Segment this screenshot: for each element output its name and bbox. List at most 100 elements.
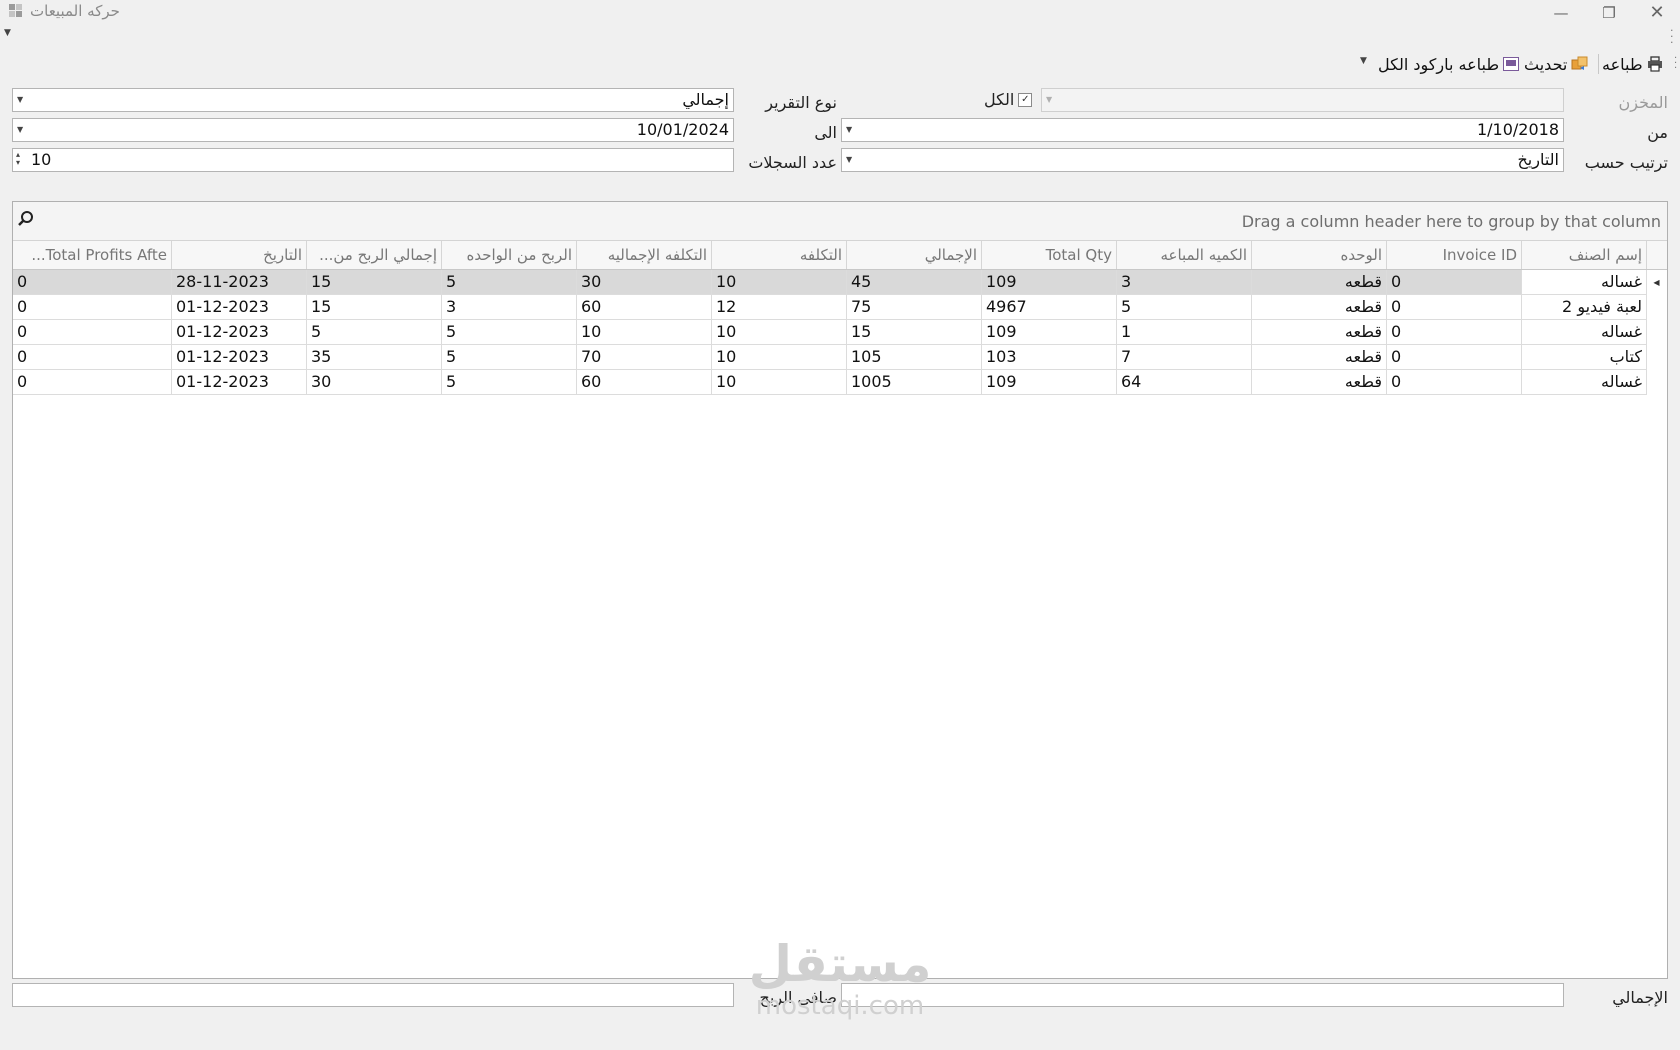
col-item-name-cell[interactable]: غساله xyxy=(1522,270,1647,295)
table-row[interactable]: غساله 0 قطعه 64 109 1005 10 60 5 30 01-12-2023 0 xyxy=(13,370,1667,395)
col-total-cell[interactable]: 75 xyxy=(847,295,982,320)
table-row[interactable]: غساله 0 قطعه 1 109 15 10 10 5 5 01-12-2023 0 xyxy=(13,320,1667,345)
col-unit-cell[interactable]: قطعه xyxy=(1252,370,1387,395)
col-unit-profit-cell[interactable]: 3 xyxy=(442,295,577,320)
col-date-cell[interactable]: 01-12-2023 xyxy=(172,320,307,345)
col-qty-sold-cell[interactable]: 7 xyxy=(1117,345,1252,370)
col-total-profit-cell[interactable]: 35 xyxy=(307,345,442,370)
from-date-picker[interactable]: ▼ 1/10/2018 xyxy=(841,118,1564,142)
col-qty-sold-cell[interactable]: 3 xyxy=(1117,270,1252,295)
col-total-profit-header[interactable]: إجمالي الربح من... xyxy=(307,241,442,269)
col-total-qty-cell[interactable]: 103 xyxy=(982,345,1117,370)
col-total-cell[interactable]: 1005 xyxy=(847,370,982,395)
col-cost-cell[interactable]: 12 xyxy=(712,295,847,320)
print-barcode-all-button[interactable]: طباعه باركود الكل xyxy=(1378,52,1520,76)
col-total-qty-cell[interactable]: 109 xyxy=(982,270,1117,295)
col-total-profits-after-header[interactable]: Total Profits Afte... xyxy=(13,241,172,269)
col-total-cost-cell[interactable]: 60 xyxy=(577,370,712,395)
table-row[interactable]: غساله 0 قطعه 3 109 45 10 30 5 15 28-11-2023 0 ◀ xyxy=(13,270,1667,295)
col-total-qty-cell[interactable]: 109 xyxy=(982,370,1117,395)
row-indicator[interactable] xyxy=(1646,370,1667,395)
all-checkbox[interactable]: ✓ الكل xyxy=(984,90,1033,109)
col-total-profits-after-cell[interactable]: 0 xyxy=(13,270,172,295)
col-qty-sold-cell[interactable]: 5 xyxy=(1117,295,1252,320)
col-date-cell[interactable]: 01-12-2023 xyxy=(172,370,307,395)
minimize-button[interactable]: — xyxy=(1546,2,1576,24)
col-date-cell[interactable]: 01-12-2023 xyxy=(172,295,307,320)
print-button[interactable]: طباعه xyxy=(1602,52,1663,76)
col-unit-cell[interactable]: قطعه xyxy=(1252,345,1387,370)
col-unit-header[interactable]: الوحده xyxy=(1252,241,1387,269)
close-button[interactable]: ✕ xyxy=(1642,2,1672,24)
col-qty-sold-cell[interactable]: 64 xyxy=(1117,370,1252,395)
group-by-panel[interactable]: Drag a column header here to group by th… xyxy=(13,202,1667,241)
col-cost-cell[interactable]: 10 xyxy=(712,345,847,370)
table-row[interactable]: لعبة فيديو 2 0 قطعه 5 4967 75 12 60 3 15 01-12-202… xyxy=(13,295,1667,320)
col-item-name-cell[interactable]: كتاب xyxy=(1522,345,1647,370)
col-invoice-id-cell[interactable]: 0 xyxy=(1387,370,1522,395)
col-invoice-id-cell[interactable]: 0 xyxy=(1387,320,1522,345)
col-unit-profit-cell[interactable]: 5 xyxy=(442,320,577,345)
warehouse-combo[interactable]: ▼ xyxy=(1041,88,1564,112)
col-total-cost-header[interactable]: التكلفه الإجماليه xyxy=(577,241,712,269)
col-total-cost-cell[interactable]: 10 xyxy=(577,320,712,345)
col-date-cell[interactable]: 28-11-2023 xyxy=(172,270,307,295)
col-total-profit-cell[interactable]: 15 xyxy=(307,295,442,320)
col-total-profits-after-cell[interactable]: 0 xyxy=(13,320,172,345)
restore-button[interactable]: ❐ xyxy=(1594,2,1624,24)
col-invoice-id-cell[interactable]: 0 xyxy=(1387,270,1522,295)
col-invoice-id-cell[interactable]: 0 xyxy=(1387,345,1522,370)
col-qty-sold-cell[interactable]: 1 xyxy=(1117,320,1252,345)
col-cost-cell[interactable]: 10 xyxy=(712,320,847,345)
col-unit-profit-cell[interactable]: 5 xyxy=(442,270,577,295)
col-unit-cell[interactable]: قطعه xyxy=(1252,270,1387,295)
col-item-name-cell[interactable]: لعبة فيديو 2 xyxy=(1522,295,1647,320)
report-type-combo[interactable]: ▼ إجمالي xyxy=(12,88,734,112)
col-total-qty-cell[interactable]: 109 xyxy=(982,320,1117,345)
col-total-cost-cell[interactable]: 30 xyxy=(577,270,712,295)
col-total-cell[interactable]: 45 xyxy=(847,270,982,295)
col-unit-cell[interactable]: قطعه xyxy=(1252,320,1387,345)
col-item-name-cell[interactable]: غساله xyxy=(1522,370,1647,395)
table-row[interactable]: كتاب 0 قطعه 7 103 105 10 70 5 35 01-12-2023 0 xyxy=(13,345,1667,370)
col-unit-profit-header[interactable]: الربح من الواحده xyxy=(442,241,577,269)
row-indicator[interactable] xyxy=(1646,345,1667,370)
refresh-button[interactable]: تحديث xyxy=(1524,52,1589,76)
col-unit-profit-cell[interactable]: 5 xyxy=(442,370,577,395)
col-total-cell[interactable]: 15 xyxy=(847,320,982,345)
records-spinner[interactable]: ▴ ▾ 10 xyxy=(12,148,734,172)
col-total-cost-cell[interactable]: 60 xyxy=(577,295,712,320)
col-total-profit-cell[interactable]: 15 xyxy=(307,270,442,295)
row-indicator[interactable] xyxy=(1646,320,1667,345)
col-cost-header[interactable]: التكلفه xyxy=(712,241,847,269)
col-total-profit-cell[interactable]: 30 xyxy=(307,370,442,395)
search-icon[interactable] xyxy=(17,210,35,228)
total-field[interactable] xyxy=(841,983,1564,1007)
col-total-cell[interactable]: 105 xyxy=(847,345,982,370)
col-total-profits-after-cell[interactable]: 0 xyxy=(13,370,172,395)
col-total-header[interactable]: الإجمالي xyxy=(847,241,982,269)
to-date-picker[interactable]: ▼ 10/01/2024 xyxy=(12,118,734,142)
col-total-profits-after-cell[interactable]: 0 xyxy=(13,345,172,370)
col-invoice-id-header[interactable]: Invoice ID xyxy=(1387,241,1522,269)
col-date-cell[interactable]: 01-12-2023 xyxy=(172,345,307,370)
col-item-name-cell[interactable]: غساله xyxy=(1522,320,1647,345)
col-invoice-id-cell[interactable]: 0 xyxy=(1387,295,1522,320)
col-total-profit-cell[interactable]: 5 xyxy=(307,320,442,345)
col-unit-profit-cell[interactable]: 5 xyxy=(442,345,577,370)
col-total-profits-after-cell[interactable]: 0 xyxy=(13,295,172,320)
net-profit-field[interactable] xyxy=(12,983,734,1007)
sort-combo[interactable]: ▼ التاريخ xyxy=(841,148,1564,172)
col-unit-cell[interactable]: قطعه xyxy=(1252,295,1387,320)
col-item-name-header[interactable]: إسم الصنف xyxy=(1522,241,1647,269)
col-total-qty-header[interactable]: Total Qty xyxy=(982,241,1117,269)
col-total-cost-cell[interactable]: 70 xyxy=(577,345,712,370)
col-qty-sold-header[interactable]: الكميه المباعه xyxy=(1117,241,1252,269)
row-indicator-icon[interactable]: ◀ xyxy=(1646,270,1667,295)
spinner-arrows-icon[interactable]: ▴ ▾ xyxy=(16,151,20,167)
col-cost-cell[interactable]: 10 xyxy=(712,370,847,395)
chevron-down-icon[interactable]: ▼ xyxy=(1360,56,1367,66)
col-total-qty-cell[interactable]: 4967 xyxy=(982,295,1117,320)
col-date-header[interactable]: التاريخ xyxy=(172,241,307,269)
col-cost-cell[interactable]: 10 xyxy=(712,270,847,295)
